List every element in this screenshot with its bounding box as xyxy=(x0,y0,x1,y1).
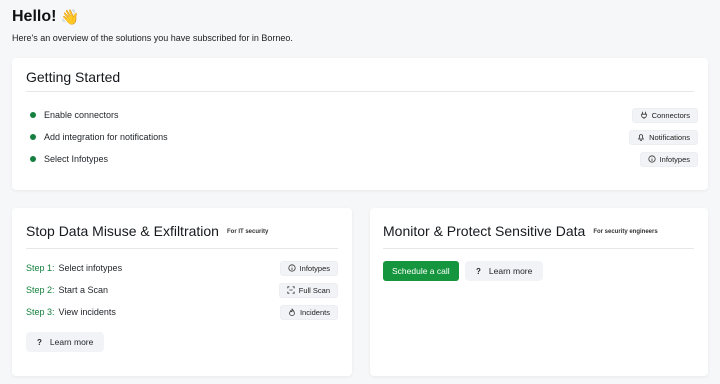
step-label: Select infotypes xyxy=(58,263,123,273)
divider xyxy=(383,248,694,249)
infotypes-button[interactable]: Infotypes xyxy=(639,151,698,167)
step-number: Step 2: xyxy=(26,285,55,295)
infotypes-button[interactable]: Infotypes xyxy=(279,260,338,276)
full-scan-button-label: Full Scan xyxy=(298,285,330,295)
monitor-protect-title: Monitor & Protect Sensitive Data For secu… xyxy=(383,223,658,239)
step-row: Step 1: Select infotypes Infotypes xyxy=(26,259,338,277)
divider xyxy=(26,91,694,92)
incidents-button[interactable]: Incidents xyxy=(279,304,338,320)
learn-more-label: Learn more xyxy=(49,337,94,347)
schedule-call-button[interactable]: Schedule a call xyxy=(383,261,459,281)
connectors-button[interactable]: Connectors xyxy=(631,107,698,123)
scan-icon xyxy=(287,286,295,294)
data-misuse-title: Stop Data Misuse & Exfiltration For IT se… xyxy=(26,223,268,239)
getting-started-title: Getting Started xyxy=(26,69,121,85)
connectors-button-label: Connectors xyxy=(651,110,690,120)
status-dot xyxy=(30,112,36,118)
step-number: Step 3: xyxy=(26,307,55,317)
status-dot xyxy=(30,156,36,162)
step-label: Start a Scan xyxy=(58,285,109,295)
page-subtitle: Here's an overview of the solutions you … xyxy=(12,33,293,43)
learn-more-button[interactable]: ? Learn more xyxy=(26,332,105,352)
greeting-text: Hello! xyxy=(12,8,57,25)
step-label: View incidents xyxy=(58,307,116,317)
getting-started-item: Enable connectors Connectors xyxy=(30,106,698,124)
help-icon: ? xyxy=(476,266,481,276)
monitor-protect-card: Monitor & Protect Sensitive Data For secu… xyxy=(370,208,708,376)
getting-started-item: Select Infotypes Infotypes xyxy=(30,150,698,168)
bell-icon xyxy=(637,134,645,141)
divider xyxy=(26,248,338,249)
data-misuse-card: Stop Data Misuse & Exfiltration For IT se… xyxy=(12,208,352,376)
help-icon: ? xyxy=(37,337,42,347)
waving-hand-icon: 👋 xyxy=(60,8,80,26)
infotypes-button-label: Infotypes xyxy=(299,263,330,273)
page-greeting: Hello! 👋 xyxy=(12,8,79,26)
info-icon xyxy=(647,155,656,163)
learn-more-button[interactable]: ? Learn more xyxy=(465,261,544,281)
status-dot xyxy=(30,134,36,140)
infotypes-button-label: Infotypes xyxy=(659,154,690,164)
step-row: Step 3: View incidents Incidents xyxy=(26,303,338,321)
data-misuse-title-text: Stop Data Misuse & Exfiltration xyxy=(26,223,219,239)
learn-more-label: Learn more xyxy=(488,266,533,276)
item-label: Add integration for notifications xyxy=(44,132,168,142)
getting-started-card: Getting Started Enable connectors Connec… xyxy=(12,58,708,190)
incidents-button-label: Incidents xyxy=(299,307,330,317)
notifications-button[interactable]: Notifications xyxy=(629,129,698,145)
item-label: Enable connectors xyxy=(44,110,119,120)
step-row: Step 2: Start a Scan Full Scan xyxy=(26,281,338,299)
flame-icon xyxy=(289,308,295,316)
info-icon xyxy=(287,264,296,272)
audience-tag: For security engineers xyxy=(593,229,658,236)
getting-started-item: Add integration for notifications Notifi… xyxy=(30,128,698,146)
notifications-button-label: Notifications xyxy=(649,132,690,142)
monitor-protect-title-text: Monitor & Protect Sensitive Data xyxy=(383,223,586,239)
full-scan-button[interactable]: Full Scan xyxy=(278,282,338,298)
item-label: Select Infotypes xyxy=(44,154,109,164)
plug-icon xyxy=(640,111,647,119)
step-number: Step 1: xyxy=(26,263,55,273)
audience-tag: For IT security xyxy=(226,229,269,236)
